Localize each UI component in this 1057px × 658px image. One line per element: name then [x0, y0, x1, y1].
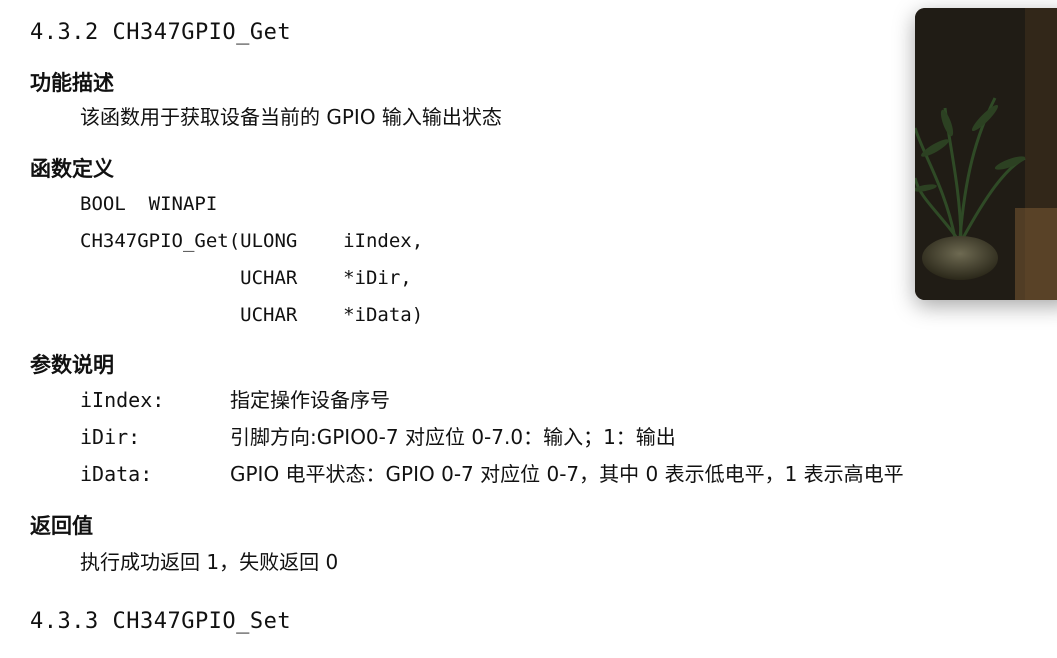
param-desc: GPIO 电平状态：GPIO 0-7 对应位 0-7，其中 0 表示低电平，1 …	[230, 462, 904, 486]
param-row: iDir: 引脚方向:GPIO0-7 对应位 0-7.0：输入；1：输出	[80, 419, 1030, 456]
photo-thumbnail[interactable]	[915, 8, 1057, 300]
section-title: 4.3.2 CH347GPIO_Get	[30, 20, 292, 45]
param-name: iDir:	[80, 425, 141, 449]
params-heading: 参数说明	[30, 353, 114, 377]
param-name: iData:	[80, 462, 153, 486]
document-body: 4.3.2 CH347GPIO_Get 功能描述 该函数用于获取设备当前的 GP…	[30, 18, 1030, 637]
next-section-title: 4.3.3 CH347GPIO_Set	[30, 609, 292, 634]
params-list: iIndex: 指定操作设备序号 iDir: 引脚方向:GPIO0-7 对应位 …	[80, 382, 1030, 493]
code-line: UCHAR *iDir,	[80, 267, 412, 289]
param-row: iData: GPIO 电平状态：GPIO 0-7 对应位 0-7，其中 0 表…	[80, 456, 1030, 493]
code-line: BOOL WINAPI	[80, 193, 218, 215]
param-desc: 指定操作设备序号	[230, 388, 390, 412]
param-desc: 引脚方向:GPIO0-7 对应位 0-7.0：输入；1：输出	[230, 425, 676, 449]
function-desc-heading: 功能描述	[30, 71, 114, 95]
return-heading: 返回值	[30, 514, 93, 538]
function-def-code: BOOL WINAPI CH347GPIO_Get(ULONG iIndex, …	[80, 186, 1030, 334]
plant-photo-image	[915, 8, 1057, 300]
function-desc-text: 该函数用于获取设备当前的 GPIO 输入输出状态	[80, 105, 502, 129]
param-row: iIndex: 指定操作设备序号	[80, 382, 1030, 419]
return-text: 执行成功返回 1，失败返回 0	[80, 550, 339, 574]
code-line: UCHAR *iData)	[80, 304, 424, 326]
function-def-heading: 函数定义	[30, 157, 114, 181]
param-name: iIndex:	[80, 388, 165, 412]
code-line: CH347GPIO_Get(ULONG iIndex,	[80, 230, 424, 252]
